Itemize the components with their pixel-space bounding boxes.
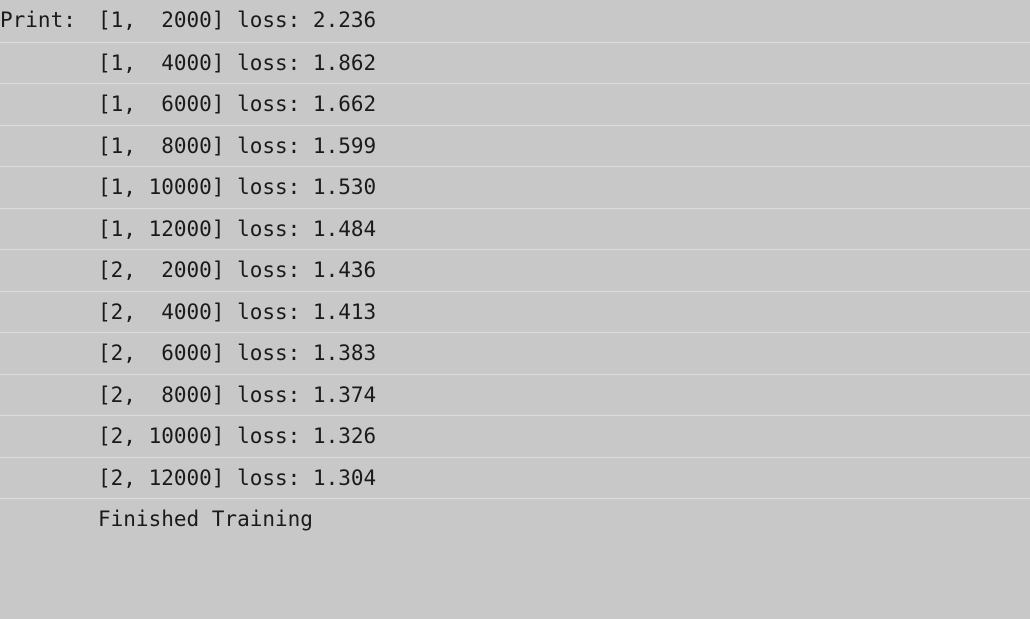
output-line-text: [1, 4000] loss: 1.862 <box>98 50 377 75</box>
output-line: Finished Training <box>0 498 1030 540</box>
output-line: [2, 2000] loss: 1.436 <box>0 249 1030 291</box>
output-line-text: [2, 8000] loss: 1.374 <box>98 382 377 407</box>
print-prefix: Print: <box>0 8 76 32</box>
output-line: [2, 8000] loss: 1.374 <box>0 373 1030 416</box>
output-line-text: [1, 12000] loss: 1.484 <box>98 216 377 241</box>
finished-training-text: Finished Training <box>98 507 313 531</box>
output-line: [1, 4000] loss: 1.862 <box>0 41 1030 84</box>
output-line-text: [2, 10000] loss: 1.326 <box>98 424 377 448</box>
output-line: [1, 12000] loss: 1.484 <box>0 207 1030 250</box>
output-line-text: [2, 12000] loss: 1.304 <box>98 465 377 490</box>
console-output: Print: [1, 2000] loss: 2.236 [1, 4000] l… <box>0 0 1030 539</box>
output-line: [1, 6000] loss: 1.662 <box>0 83 1030 125</box>
output-line-text: [2, 2000] loss: 1.436 <box>98 258 377 282</box>
output-line: [1, 8000] loss: 1.599 <box>0 124 1030 167</box>
output-line: [2, 6000] loss: 1.383 <box>0 332 1030 374</box>
output-line-text: [1, 2000] loss: 2.236 <box>98 8 377 32</box>
output-line-text: [2, 6000] loss: 1.383 <box>98 341 377 365</box>
output-line-text: [1, 8000] loss: 1.599 <box>98 133 377 158</box>
output-line: [1, 10000] loss: 1.530 <box>0 166 1030 208</box>
output-line: Print: [1, 2000] loss: 2.236 <box>0 0 1030 42</box>
output-line-text: [2, 4000] loss: 1.413 <box>98 299 377 324</box>
output-line: [2, 10000] loss: 1.326 <box>0 415 1030 457</box>
output-line: [2, 4000] loss: 1.413 <box>0 290 1030 333</box>
output-line: [2, 12000] loss: 1.304 <box>0 456 1030 499</box>
output-line-text: [1, 10000] loss: 1.530 <box>98 175 377 199</box>
output-line-text: [1, 6000] loss: 1.662 <box>98 92 377 116</box>
